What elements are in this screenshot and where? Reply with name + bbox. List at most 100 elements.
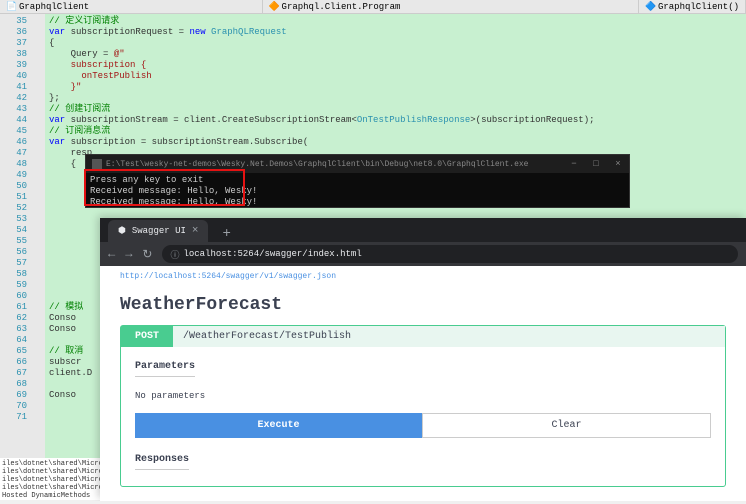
code-text: subscriptionStream = client.CreateSubscr… (65, 115, 357, 125)
file-dropdown[interactable]: 📄GraphqlClient (0, 0, 263, 13)
console-line: Received message: Hello, Wesky! (90, 197, 625, 208)
code-text: // 创建订阅流 (49, 104, 742, 115)
code-text: { (49, 38, 742, 49)
line-num: 35 (0, 16, 27, 27)
endpoint-block: POST /WeatherForecast/TestPublish Parame… (120, 325, 726, 487)
output-line: Hosted DynamicMethods Assembly (2, 492, 98, 500)
file-dropdown-text: GraphqlClient (19, 2, 89, 12)
line-num: 40 (0, 71, 27, 82)
line-num: 66 (0, 357, 27, 368)
line-num: 68 (0, 379, 27, 390)
code-text: // 定义订阅请求 (49, 16, 119, 26)
code-text: var (49, 115, 65, 125)
line-num: 39 (0, 60, 27, 71)
line-num: 46 (0, 137, 27, 148)
endpoint-path: /WeatherForecast/TestPublish (173, 331, 351, 342)
line-num: 42 (0, 93, 27, 104)
output-line: iles\dotnet\shared\Microsoft.N (2, 476, 98, 484)
line-num: 45 (0, 126, 27, 137)
info-icon: ⓘ (170, 248, 179, 261)
line-num: 38 (0, 49, 27, 60)
line-num: 53 (0, 214, 27, 225)
code-text: >(subscriptionRequest); (470, 115, 594, 125)
line-num: 69 (0, 390, 27, 401)
method-badge: POST (121, 326, 173, 347)
endpoint-header[interactable]: POST /WeatherForecast/TestPublish (121, 326, 725, 347)
editor-dropdowns: 📄GraphqlClient 🔶Graphql.Client.Program 🔷… (0, 0, 746, 14)
code-text: @" (114, 49, 125, 59)
url-bar[interactable]: ⓘ localhost:5264/swagger/index.html (162, 245, 738, 263)
console-icon (92, 159, 102, 169)
code-text: GraphQLRequest (206, 27, 287, 37)
line-num: 65 (0, 346, 27, 357)
line-num: 57 (0, 258, 27, 269)
api-title: WeatherForecast (120, 295, 726, 315)
code-text: Query = (49, 49, 114, 59)
line-num: 64 (0, 335, 27, 346)
class-icon: 🔶 (269, 2, 279, 12)
line-num: 62 (0, 313, 27, 324)
class-dropdown-text: Graphql.Client.Program (282, 2, 401, 12)
responses-label: Responses (135, 454, 189, 470)
close-button[interactable]: × (607, 155, 629, 173)
clear-button[interactable]: Clear (422, 413, 711, 438)
code-text: subscription = subscriptionStream.Subscr… (65, 137, 308, 147)
line-num: 49 (0, 170, 27, 181)
method-icon: 🔷 (645, 2, 655, 12)
code-text: }" (49, 82, 742, 93)
swagger-json-link[interactable]: http://localhost:5264/swagger/v1/swagger… (120, 272, 726, 281)
line-num: 56 (0, 247, 27, 258)
class-dropdown[interactable]: 🔶Graphql.Client.Program (263, 0, 639, 13)
code-text: subscriptionRequest = (65, 27, 189, 37)
line-num: 48 (0, 159, 27, 170)
code-text: new (189, 27, 205, 37)
code-text: subscription { (49, 60, 742, 71)
back-button[interactable]: ← (108, 247, 115, 261)
new-tab-button[interactable]: + (216, 226, 236, 242)
code-text: var (49, 137, 65, 147)
line-num: 43 (0, 104, 27, 115)
console-line: Press any key to exit (90, 175, 625, 186)
minimize-button[interactable]: − (563, 155, 585, 173)
code-text: OnTestPublishResponse (357, 115, 470, 125)
browser-navbar: ← → ↻ ⓘ localhost:5264/swagger/index.htm… (100, 242, 746, 266)
maximize-button[interactable]: □ (585, 155, 607, 173)
line-num: 61 (0, 302, 27, 313)
console-line: Received message: Hello, Wesky! (90, 186, 625, 197)
browser-window: ⬢ Swagger UI × + ← → ↻ ⓘ localhost:5264/… (100, 218, 746, 500)
vs-output-panel: iles\dotnet\shared\Microsoft.N iles\dotn… (0, 458, 100, 500)
fold-gutter (30, 14, 45, 494)
output-line: iles\dotnet\shared\Microsoft.N (2, 468, 98, 476)
output-line: iles\dotnet\shared\Microsoft.N (2, 484, 98, 492)
tab-title: Swagger UI (132, 226, 186, 236)
console-titlebar[interactable]: E:\Test\wesky-net-demos\Wesky.Net.Demos\… (86, 155, 629, 173)
line-num: 59 (0, 280, 27, 291)
line-num: 52 (0, 203, 27, 214)
line-num: 50 (0, 181, 27, 192)
forward-button[interactable]: → (125, 247, 132, 261)
browser-tab[interactable]: ⬢ Swagger UI × (108, 220, 208, 242)
url-text: localhost:5264/swagger/index.html (183, 249, 361, 259)
tab-close-button[interactable]: × (192, 225, 199, 237)
code-text: onTestPublish (49, 71, 742, 82)
code-text: var (49, 27, 65, 37)
line-num: 67 (0, 368, 27, 379)
line-num: 58 (0, 269, 27, 280)
swagger-favicon-icon: ⬢ (118, 226, 126, 236)
reload-button[interactable]: ↻ (142, 247, 152, 262)
line-num: 70 (0, 401, 27, 412)
code-text: }; (49, 93, 742, 104)
line-num: 36 (0, 27, 27, 38)
line-num: 63 (0, 324, 27, 335)
method-dropdown-text: GraphqlClient() (658, 2, 739, 12)
swagger-page: http://localhost:5264/swagger/v1/swagger… (100, 266, 746, 501)
console-output: Press any key to exit Received message: … (86, 173, 629, 210)
no-parameters-text: No parameters (135, 391, 711, 401)
console-title-text: E:\Test\wesky-net-demos\Wesky.Net.Demos\… (106, 160, 528, 169)
line-num: 54 (0, 225, 27, 236)
csharp-icon: 📄 (6, 2, 16, 12)
line-num: 55 (0, 236, 27, 247)
execute-button[interactable]: Execute (135, 413, 422, 438)
console-window: E:\Test\wesky-net-demos\Wesky.Net.Demos\… (85, 154, 630, 208)
method-dropdown[interactable]: 🔷GraphqlClient() (639, 0, 746, 13)
